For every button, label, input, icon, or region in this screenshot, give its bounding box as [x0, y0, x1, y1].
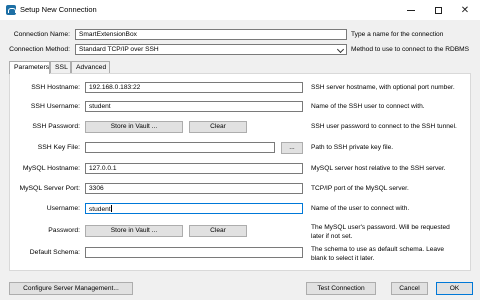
- tab-advanced[interactable]: Advanced: [71, 61, 110, 73]
- connection-name-label: Connection Name:: [13, 31, 70, 38]
- ssh-keyfile-desc: Path to SSH private key file.: [311, 144, 394, 151]
- username-value: student: [89, 206, 111, 213]
- password-desc: The MySQL user's password. Will be reque…: [311, 224, 450, 241]
- ssh-username-desc: Name of the SSH user to connect with.: [311, 103, 425, 110]
- ok-button[interactable]: OK: [436, 282, 473, 295]
- ssh-password-desc: SSH user password to connect to the SSH …: [311, 123, 457, 130]
- connection-name-input[interactable]: SmartExtensionBox: [75, 29, 347, 40]
- connection-method-label: Connection Method:: [9, 46, 70, 53]
- chevron-down-icon: [336, 45, 345, 54]
- window-title: Setup New Connection: [20, 5, 97, 14]
- ssh-hostname-label: SSH Hostname:: [31, 84, 80, 91]
- connection-method-select[interactable]: Standard TCP/IP over SSH: [75, 44, 347, 55]
- connection-method-hint: Method to use to connect to the RDBMS: [351, 46, 470, 53]
- ssh-keyfile-input[interactable]: [85, 142, 275, 153]
- connection-name-hint: Type a name for the connection: [351, 31, 444, 38]
- clear-button[interactable]: Clear: [189, 225, 247, 237]
- default-schema-desc: The schema to use as default schema. Lea…: [311, 246, 444, 263]
- text-caret: [110, 205, 112, 212]
- mysql-hostname-desc: MySQL server host relative to the SSH se…: [311, 165, 446, 172]
- minimize-icon: [407, 9, 415, 11]
- ssh-username-label: SSH Username:: [30, 103, 80, 110]
- store-vault-button[interactable]: Store in Vault ...: [85, 225, 183, 237]
- ssh-keyfile-browse-button[interactable]: ...: [281, 142, 303, 154]
- ssh-hostname-desc: SSH server hostname, with optional port …: [311, 84, 455, 91]
- ssh-username-input[interactable]: student: [85, 101, 303, 112]
- workbench-app-icon: [6, 5, 16, 15]
- mysql-hostname-input[interactable]: 127.0.0.1: [85, 163, 303, 174]
- password-desc-line1: The MySQL user's password. Will be reque…: [311, 224, 450, 231]
- ssh-clear-button[interactable]: Clear: [189, 121, 247, 133]
- ssh-keyfile-label: SSH Key File:: [37, 144, 80, 151]
- ssh-password-label: SSH Password:: [32, 123, 80, 130]
- mysql-port-input[interactable]: 3306: [85, 183, 303, 194]
- title-bar: Setup New Connection ✕: [0, 0, 480, 20]
- default-schema-desc-line2: blank to select it later.: [311, 254, 375, 262]
- password-desc-line2: later if not set.: [311, 232, 353, 240]
- default-schema-label: Default Schema:: [29, 249, 80, 256]
- ssh-store-vault-button[interactable]: Store in Vault ...: [85, 121, 183, 133]
- tab-ssl[interactable]: SSL: [50, 61, 71, 73]
- close-button[interactable]: ✕: [452, 0, 478, 20]
- maximize-icon: [434, 6, 442, 14]
- mysql-port-desc: TCP/IP port of the MySQL server.: [311, 185, 409, 192]
- tab-parameters[interactable]: Parameters: [9, 61, 50, 74]
- minimize-button[interactable]: [398, 0, 424, 20]
- default-schema-desc-line1: The schema to use as default schema. Lea…: [311, 246, 445, 253]
- connection-method-value: Standard TCP/IP over SSH: [79, 46, 159, 53]
- cancel-button[interactable]: Cancel: [391, 282, 428, 295]
- close-icon: ✕: [460, 4, 470, 16]
- username-label: Username:: [46, 205, 80, 212]
- password-label: Password:: [48, 227, 80, 234]
- test-connection-button[interactable]: Test Connection: [306, 282, 376, 295]
- mysql-hostname-label: MySQL Hostname:: [22, 165, 80, 172]
- username-desc: Name of the user to connect with.: [311, 205, 410, 212]
- maximize-button[interactable]: [425, 0, 451, 20]
- default-schema-input[interactable]: [85, 247, 303, 258]
- configure-server-management-button[interactable]: Configure Server Management...: [9, 282, 133, 295]
- mysql-port-label: MySQL Server Port:: [19, 185, 80, 192]
- ssh-hostname-input[interactable]: 192.168.0.183:22: [85, 82, 303, 93]
- username-input[interactable]: student: [85, 203, 303, 214]
